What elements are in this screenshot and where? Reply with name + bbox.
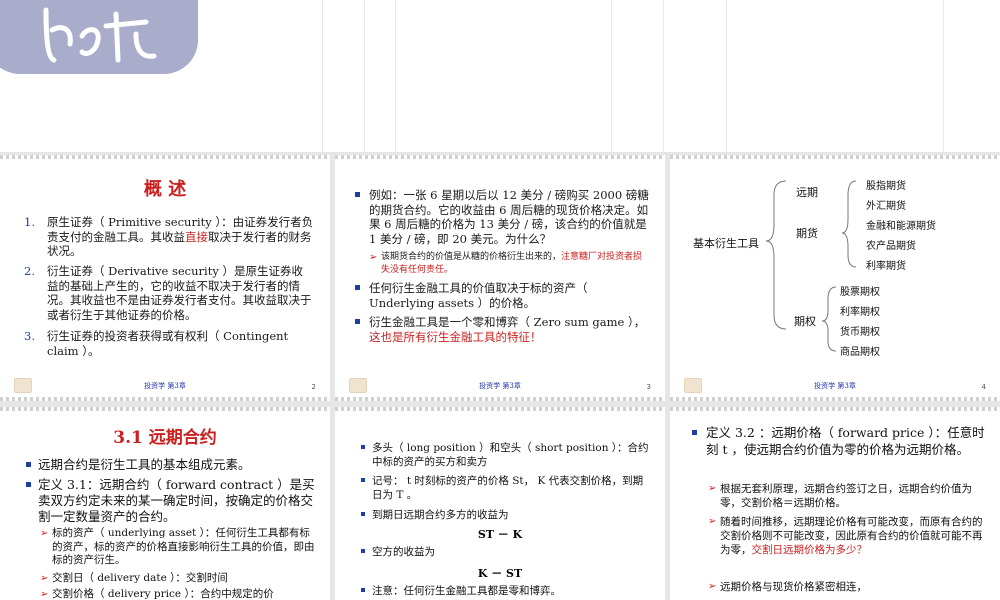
tree-leaf: 货币期权 xyxy=(840,327,880,338)
tree-leaf: 股指期货 xyxy=(866,181,906,192)
slide-title: 3.1 远期合约 xyxy=(113,428,217,448)
page-number: 3 xyxy=(646,383,651,391)
bullet-item: 到期日远期合约多方的收益为 xyxy=(361,508,651,522)
slide-footer: 投资学 第3章 xyxy=(814,382,856,390)
slide-thumbnail-7[interactable]: 定义 3.2 ：远期价格（ forward price ）：任意时刻 t ，使远… xyxy=(670,407,1000,600)
slide-thumbnail-4[interactable]: 基本衍生工具 远期 期货 期权 股指期货 外汇期货 金融和能源期货 农产品期货 … xyxy=(670,155,1000,401)
tree-leaf: 外汇期货 xyxy=(866,201,906,212)
sub-bullet-item: ➢ 根据无套利原理，远期合约签订之日，远期合约价值为零，交割价格＝远期价格。 xyxy=(708,483,972,509)
previous-slide-row xyxy=(0,0,1000,152)
slide-title: 概 述 xyxy=(143,179,187,200)
tree-root: 基本衍生工具 xyxy=(693,237,759,250)
bullet-item: 例如：一张 6 星期以后以 12 美分 / 磅购买 2000 磅糖的期货合约。它… xyxy=(355,188,650,246)
bullet-item: 定义 3.2 ：远期价格（ forward price ）：任意时刻 t ，使远… xyxy=(692,425,988,458)
tree-leaf: 股票期权 xyxy=(840,287,880,298)
sub-bullet-item: ➢ 该期货合约的价值是从糖的价格衍生出来的，注意糖厂对投资者损失没有任何责任。 xyxy=(369,252,643,275)
sub-bullet-item: ➢ 随着时间推移，远期理论价格有可能改变，而原有合约的交割价格则不可能改变，因此原… xyxy=(708,516,983,556)
formula: ST － K xyxy=(477,528,523,541)
bullet-item: 衍生金融工具是一个零和博弈（ Zero sum game ），这也是所有衍生金融… xyxy=(355,315,650,344)
slide-footer: 投资学 第3章 xyxy=(479,382,521,390)
tree-leaf: 利率期权 xyxy=(840,307,880,318)
tree-leaf: 利率期货 xyxy=(866,261,906,272)
tree-brackets xyxy=(765,180,857,352)
sub-bullet-item: ➢ 交割日（ delivery date ）：交割时间 xyxy=(40,572,228,584)
tree-branch: 期货 xyxy=(796,227,818,240)
slide-thumbnail-6[interactable]: 多头（ long position ）和空头（ short position ）… xyxy=(335,407,665,600)
tree-leaf: 商品期权 xyxy=(840,347,880,358)
sub-bullet-item: ➢ 远期价格与现货价格紧密相连， xyxy=(708,581,867,593)
slide-thumbnail-2[interactable]: 概 述 1. 原生证券（ Primitive security ）：由证券发行者… xyxy=(0,155,330,401)
page-number: 2 xyxy=(311,383,316,391)
bullet-item: 注意：任何衍生金融工具都是零和博弈。 xyxy=(361,584,651,598)
slide-thumbnail-5[interactable]: 3.1 远期合约 远期合约是衍生工具的基本组成元素。 定义 3.1：远期合约（ … xyxy=(0,407,330,600)
slide-sorter: 概 述 1. 原生证券（ Primitive security ）：由证券发行者… xyxy=(0,0,1000,600)
sub-bullet-item: ➢ 交割价格（ delivery price ）：合约中规定的价 xyxy=(40,588,274,600)
logo-icon xyxy=(0,0,198,74)
bullet-item: 空方的收益为 xyxy=(361,545,651,559)
tree-leaf: 农产品期货 xyxy=(866,241,916,252)
slide-footer: 投资学 第3章 xyxy=(144,382,186,390)
tree-branch: 远期 xyxy=(796,186,818,199)
sub-bullet-item: ➢ 标的资产（ underlying asset ）：任何衍生工具都有标的资产，标… xyxy=(40,527,315,566)
bullet-item: 远期合约是衍生工具的基本组成元素。 xyxy=(26,457,316,473)
page-number: 4 xyxy=(981,383,986,391)
bullet-item: 记号： t 时刻标的资产的价格 St， K 代表交割价格，到期日为 T 。 xyxy=(361,474,651,502)
bullet-item: 多头（ long position ）和空头（ short position ）… xyxy=(361,441,651,469)
tree-leaf: 金融和能源期货 xyxy=(866,221,936,232)
slide-thumbnail-3[interactable]: 例如：一张 6 星期以后以 12 美分 / 磅购买 2000 磅糖的期货合约。它… xyxy=(335,155,665,401)
tree-branch: 期权 xyxy=(794,315,816,328)
bullet-item: 定义 3.1：远期合约（ forward contract ）是买卖双方约定未来… xyxy=(26,477,316,525)
bullet-item: 任何衍生金融工具的价值取决于标的资产（ Underlying assets ）的… xyxy=(355,281,650,310)
formula: K － ST xyxy=(477,567,523,580)
